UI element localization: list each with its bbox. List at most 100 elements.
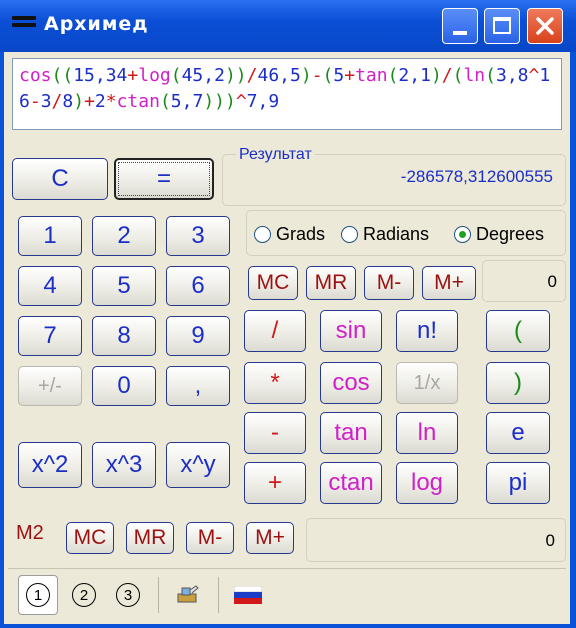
expression-token: 3,8 — [496, 65, 529, 86]
radio-radians-label: Radians — [363, 224, 430, 244]
divide-button[interactable]: / — [244, 310, 306, 352]
radio-grads[interactable]: Grads — [254, 224, 325, 245]
close-paren-button[interactable]: ) — [486, 362, 550, 404]
tab-3[interactable]: 3 — [108, 575, 148, 615]
pi-constant-button[interactable]: pi — [486, 462, 550, 504]
russian-flag-icon — [234, 586, 262, 604]
result-label: Результат — [236, 146, 315, 164]
memory2-add-button[interactable]: M+ — [246, 522, 294, 554]
memory2-recall-button[interactable]: MR — [126, 522, 174, 554]
tools-icon — [177, 585, 199, 603]
radio-radians[interactable]: Radians — [341, 224, 429, 245]
open-paren-button[interactable]: ( — [486, 310, 550, 352]
expression-token: log — [138, 65, 171, 86]
memory2-subtract-button[interactable]: M- — [186, 522, 234, 554]
expression-token: - — [311, 65, 323, 86]
minimize-button[interactable] — [442, 8, 478, 44]
tab-3-label: 3 — [116, 583, 140, 607]
status-separator — [158, 577, 159, 613]
clear-button[interactable]: C — [12, 158, 108, 200]
expression-token: ^ — [235, 91, 247, 112]
expression-token: 7,9 — [246, 91, 280, 112]
expression-token: tan — [355, 65, 388, 86]
digit-3-button[interactable]: 3 — [166, 216, 230, 256]
radio-grads-dot — [254, 226, 271, 243]
add-button[interactable]: + — [244, 462, 306, 504]
cube-button[interactable]: x^3 — [92, 442, 156, 488]
subtract-button[interactable]: - — [244, 412, 306, 454]
tab-2-label: 2 — [72, 583, 96, 607]
expression-token: 5 — [333, 65, 345, 86]
app-menu-icon[interactable] — [12, 16, 36, 34]
tab-2[interactable]: 2 — [64, 575, 104, 615]
expression-token: ( — [452, 65, 464, 86]
close-button[interactable] — [527, 8, 563, 44]
reciprocal-button[interactable]: 1/x — [396, 362, 458, 404]
cos-button[interactable]: cos — [320, 362, 382, 404]
close-icon — [536, 17, 554, 35]
equals-button[interactable]: = — [114, 158, 214, 200]
power-button[interactable]: x^y — [166, 442, 230, 488]
expression-input[interactable]: cos((15,34+log(45,2))/46,5)-(5+tan(2,1)/… — [12, 58, 562, 130]
ln-button[interactable]: ln — [396, 412, 458, 454]
expression-token: ) — [300, 65, 312, 86]
digit-0-button[interactable]: 0 — [92, 366, 156, 406]
memory1-subtract-button[interactable]: M- — [364, 266, 414, 300]
window-title: Архимед — [44, 13, 149, 35]
memory2-value: 0 — [545, 531, 555, 550]
expression-token: (( — [51, 65, 74, 86]
expression-token: ))) — [203, 91, 236, 112]
maximize-button[interactable] — [484, 8, 520, 44]
expression-token: ( — [170, 65, 182, 86]
multiply-button[interactable]: * — [244, 362, 306, 404]
expression-token: 45,2 — [181, 65, 225, 86]
expression-token: ( — [322, 65, 334, 86]
memory2-clear-button[interactable]: MC — [66, 522, 114, 554]
title-bar[interactable]: Архимед — [0, 0, 576, 52]
tab-1[interactable]: 1 — [18, 575, 58, 615]
sin-button[interactable]: sin — [320, 310, 382, 352]
expression-token: / — [246, 65, 258, 86]
digit-7-button[interactable]: 7 — [18, 316, 82, 356]
square-button[interactable]: x^2 — [18, 442, 82, 488]
memory2-label: M2 — [16, 522, 44, 544]
ctan-button[interactable]: ctan — [320, 462, 382, 504]
expression-token: ( — [485, 65, 496, 86]
settings-tool-button[interactable] — [168, 575, 208, 615]
sign-toggle-button[interactable]: +/- — [18, 366, 82, 406]
expression-token: ) — [430, 65, 442, 86]
expression-token: - — [29, 91, 41, 112]
e-constant-button[interactable]: e — [486, 412, 550, 454]
digit-9-button[interactable]: 9 — [166, 316, 230, 356]
memory1-clear-button[interactable]: MC — [248, 266, 298, 300]
status-separator — [218, 577, 219, 613]
memory1-recall-button[interactable]: MR — [306, 266, 356, 300]
radio-degrees-dot — [454, 226, 471, 243]
radio-degrees[interactable]: Degrees — [454, 224, 544, 245]
expression-token: ^ — [528, 65, 540, 86]
expression-token: 3 — [40, 91, 52, 112]
digit-8-button[interactable]: 8 — [92, 316, 156, 356]
expression-token: ( — [387, 65, 399, 86]
expression-token: 15,34 — [73, 65, 128, 86]
maximize-icon — [493, 17, 511, 34]
digit-4-button[interactable]: 4 — [18, 266, 82, 306]
memory1-value: 0 — [547, 272, 557, 291]
digit-2-button[interactable]: 2 — [92, 216, 156, 256]
log-button[interactable]: log — [396, 462, 458, 504]
decimal-button[interactable]: , — [166, 366, 230, 406]
memory1-display: 0 — [482, 260, 566, 302]
factorial-button[interactable]: n! — [396, 310, 458, 352]
radio-radians-dot — [341, 226, 358, 243]
tab-1-label: 1 — [26, 583, 50, 607]
status-bar: 1 2 3 — [8, 568, 566, 621]
tan-button[interactable]: tan — [320, 412, 382, 454]
memory1-add-button[interactable]: M+ — [422, 266, 476, 300]
expression-token: / — [441, 65, 453, 86]
expression-token: ln — [463, 65, 486, 86]
language-button[interactable] — [228, 575, 268, 615]
digit-6-button[interactable]: 6 — [166, 266, 230, 306]
expression-token: ( — [159, 91, 171, 112]
digit-5-button[interactable]: 5 — [92, 266, 156, 306]
digit-1-button[interactable]: 1 — [18, 216, 82, 256]
